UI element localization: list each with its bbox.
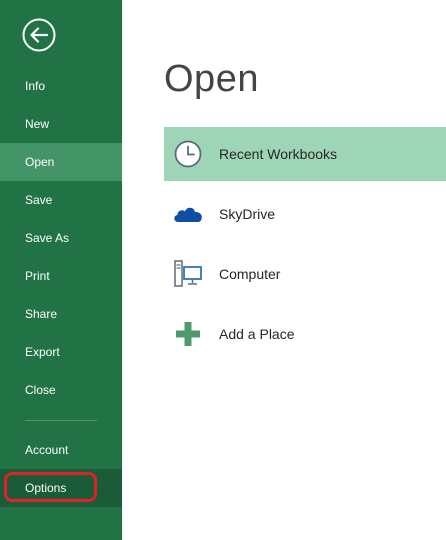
sidebar-item-info[interactable]: Info — [0, 67, 122, 105]
sidebar-item-account[interactable]: Account — [0, 431, 122, 469]
sidebar-item-save[interactable]: Save — [0, 181, 122, 219]
backstage-sidebar: Info New Open Save Save As Print Share E… — [0, 0, 122, 540]
sidebar-item-label: Export — [25, 345, 60, 359]
back-arrow-icon — [22, 18, 56, 52]
place-computer[interactable]: Computer — [164, 247, 446, 301]
place-label: Add a Place — [219, 326, 295, 342]
sidebar-item-label: Share — [25, 307, 58, 321]
sidebar-item-share[interactable]: Share — [0, 295, 122, 333]
sidebar-item-close[interactable]: Close — [0, 371, 122, 409]
sidebar-item-open[interactable]: Open — [0, 143, 122, 181]
place-label: Computer — [219, 266, 281, 282]
sidebar-item-label: New — [25, 117, 50, 131]
place-add-a-place[interactable]: Add a Place — [164, 307, 446, 361]
sidebar-item-label: Save — [25, 193, 53, 207]
sidebar-item-label: Account — [25, 443, 69, 457]
sidebar-item-label: Open — [25, 155, 55, 169]
place-recent-workbooks[interactable]: Recent Workbooks — [164, 127, 446, 181]
cloud-icon — [172, 198, 204, 230]
options-highlight-annotation — [4, 472, 97, 502]
clock-icon — [172, 138, 204, 170]
place-label: Recent Workbooks — [219, 146, 338, 162]
sidebar-item-label: Info — [25, 79, 46, 93]
sidebar-item-print[interactable]: Print — [0, 257, 122, 295]
page-title: Open — [164, 58, 259, 100]
sidebar-divider — [25, 420, 97, 421]
place-label: SkyDrive — [219, 206, 276, 222]
computer-icon — [172, 258, 204, 290]
place-skydrive[interactable]: SkyDrive — [164, 187, 446, 241]
plus-icon — [172, 318, 204, 350]
sidebar-item-label: Print — [25, 269, 50, 283]
sidebar-item-label: Close — [25, 383, 56, 397]
sidebar-item-label: Save As — [25, 231, 70, 245]
sidebar-item-save-as[interactable]: Save As — [0, 219, 122, 257]
sidebar-item-export[interactable]: Export — [0, 333, 122, 371]
sidebar-item-new[interactable]: New — [0, 105, 122, 143]
back-button[interactable] — [21, 17, 57, 53]
